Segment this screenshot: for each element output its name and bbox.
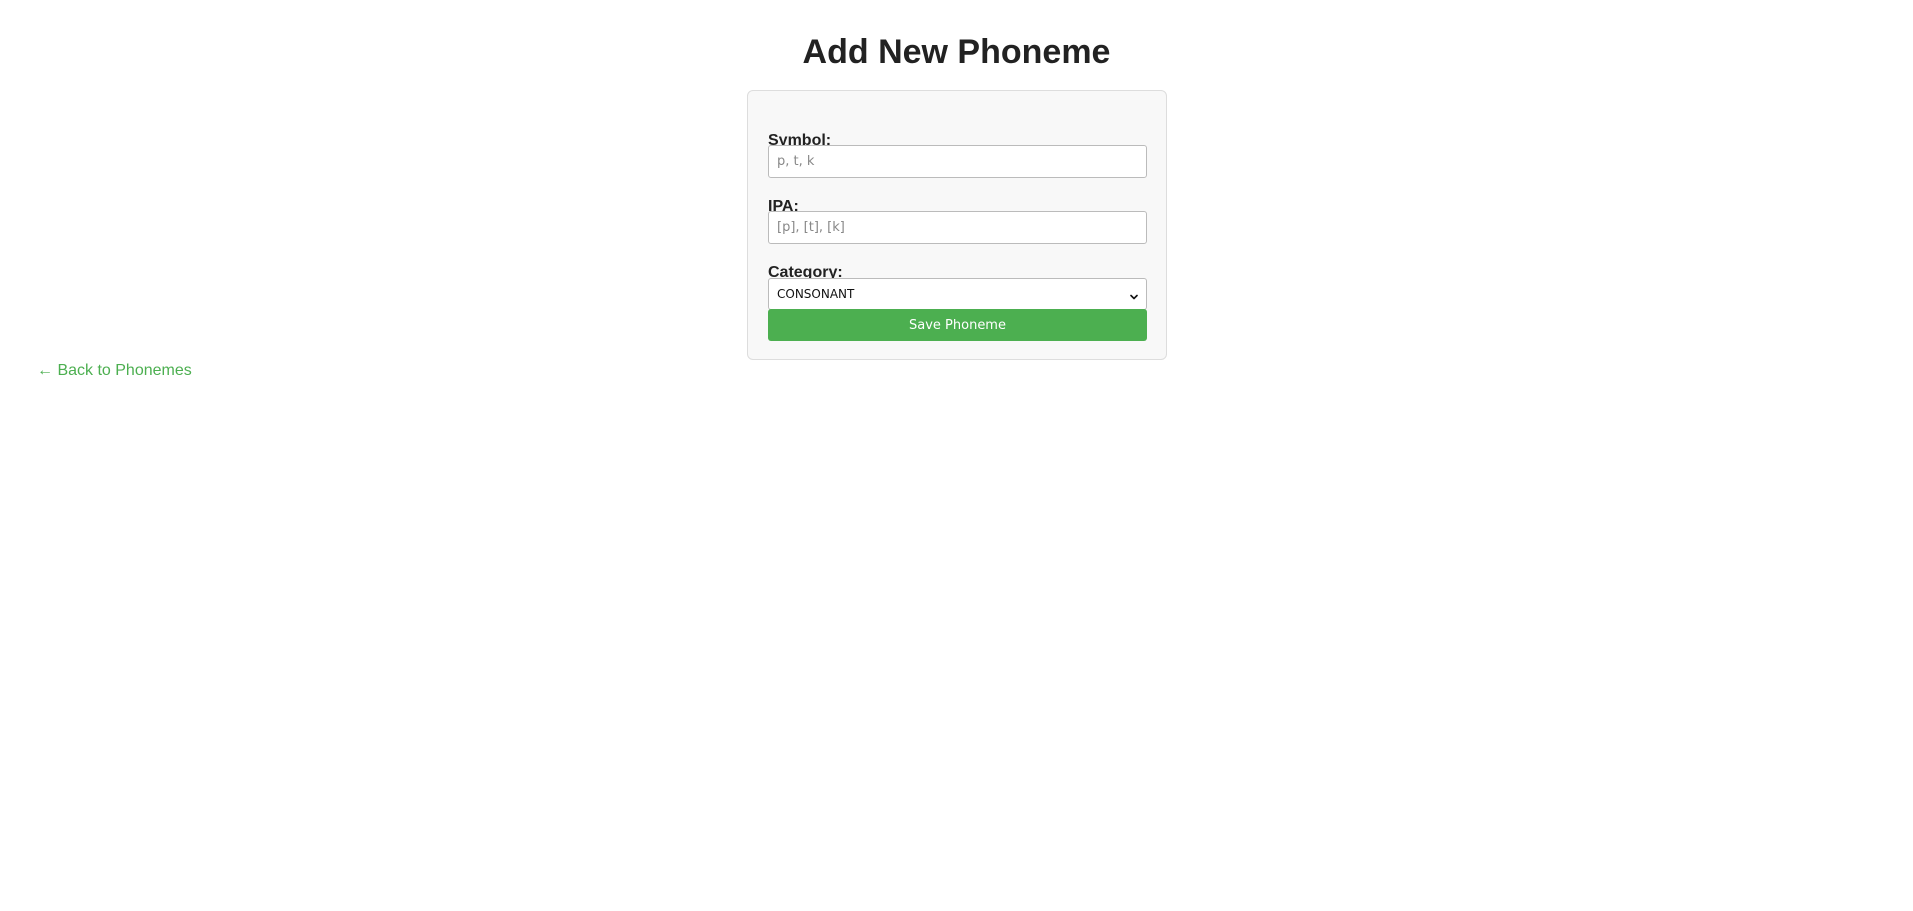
page: Add New Phoneme Symbol: IPA: Category: C… [0, 0, 1913, 911]
category-selected-value: CONSONANT [777, 287, 855, 301]
category-select[interactable]: CONSONANT [768, 278, 1147, 310]
chevron-down-icon [1130, 290, 1138, 300]
save-phoneme-button[interactable]: Save Phoneme [768, 309, 1147, 341]
ipa-input[interactable] [768, 211, 1147, 244]
symbol-input[interactable] [768, 145, 1147, 178]
back-to-phonemes-link[interactable]: ← Back to Phonemes [37, 361, 192, 381]
page-title: Add New Phoneme [802, 33, 1111, 71]
phoneme-form: Symbol: IPA: Category: CONSONANT Save Ph… [747, 90, 1167, 360]
